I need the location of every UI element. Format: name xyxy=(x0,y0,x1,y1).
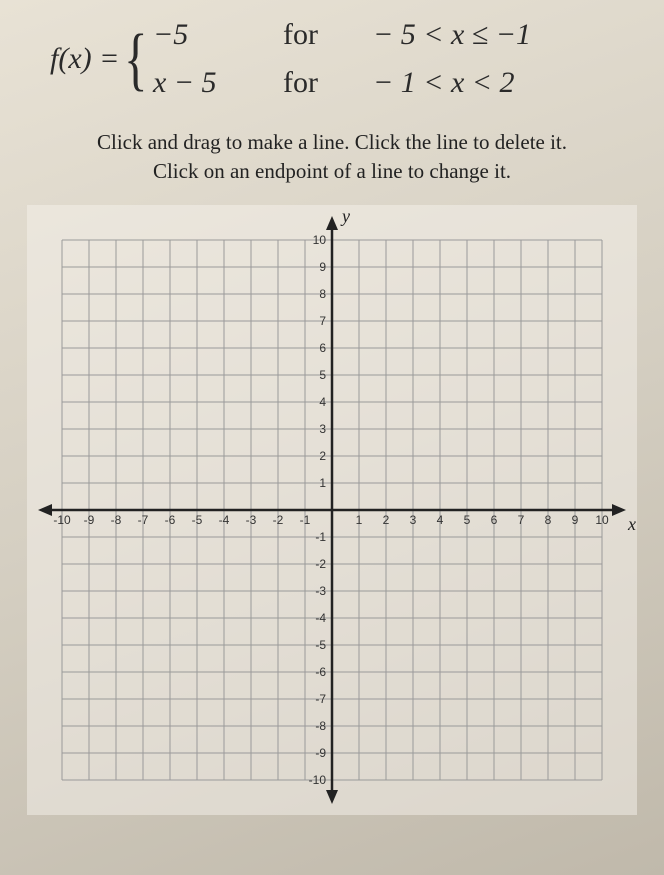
svg-text:10: 10 xyxy=(313,233,327,247)
svg-text:-7: -7 xyxy=(138,513,149,527)
svg-text:1: 1 xyxy=(319,476,326,490)
svg-text:-7: -7 xyxy=(315,692,326,706)
svg-text:6: 6 xyxy=(319,341,326,355)
svg-text:3: 3 xyxy=(319,422,326,436)
svg-text:-1: -1 xyxy=(300,513,311,527)
svg-text:-4: -4 xyxy=(315,611,326,625)
svg-text:5: 5 xyxy=(319,368,326,382)
svg-text:-1: -1 xyxy=(315,530,326,544)
svg-text:10: 10 xyxy=(595,513,609,527)
svg-text:-6: -6 xyxy=(165,513,176,527)
svg-text:-8: -8 xyxy=(111,513,122,527)
svg-text:2: 2 xyxy=(383,513,390,527)
svg-text:1: 1 xyxy=(356,513,363,527)
svg-text:7: 7 xyxy=(518,513,525,527)
svg-text:-10: -10 xyxy=(309,773,327,787)
svg-text:-3: -3 xyxy=(246,513,257,527)
piece-expr: x − 5 xyxy=(153,66,243,100)
instructions: Click and drag to make a line. Click the… xyxy=(20,118,644,205)
equation-lhs: f(x) = xyxy=(50,42,119,76)
svg-text:4: 4 xyxy=(319,395,326,409)
svg-text:-3: -3 xyxy=(315,584,326,598)
svg-text:-2: -2 xyxy=(315,557,326,571)
coordinate-grid[interactable]: -10 -9 -8 -7 -6 -5 -4 -3 -2 -1 1 2 3 4 5 6 7 8 9 10 -10 -9 -8 -… xyxy=(27,205,637,815)
svg-text:3: 3 xyxy=(410,513,417,527)
svg-text:8: 8 xyxy=(545,513,552,527)
instructions-line: Click and drag to make a line. Click the… xyxy=(40,128,624,157)
svg-text:-9: -9 xyxy=(315,746,326,760)
equation-pieces: −5 for − 5 < x ≤ −1 x − 5 for − 1 < x < … xyxy=(153,18,573,100)
svg-text:y: y xyxy=(340,206,350,226)
piece-domain: − 1 < x < 2 xyxy=(373,66,573,100)
svg-text:2: 2 xyxy=(319,449,326,463)
svg-text:-8: -8 xyxy=(315,719,326,733)
svg-text:-5: -5 xyxy=(192,513,203,527)
svg-text:-9: -9 xyxy=(84,513,95,527)
svg-text:9: 9 xyxy=(319,260,326,274)
instructions-line: Click on an endpoint of a line to change… xyxy=(40,157,624,186)
piecewise-equation: f(x) = { −5 for − 5 < x ≤ −1 x − 5 for −… xyxy=(20,10,644,118)
piece-domain: − 5 < x ≤ −1 xyxy=(373,18,573,52)
svg-text:5: 5 xyxy=(464,513,471,527)
svg-text:4: 4 xyxy=(437,513,444,527)
piece-row: −5 for − 5 < x ≤ −1 xyxy=(153,18,573,52)
svg-text:-5: -5 xyxy=(315,638,326,652)
graph-container: -10 -9 -8 -7 -6 -5 -4 -3 -2 -1 1 2 3 4 5 6 7 8 9 10 -10 -9 -8 -… xyxy=(20,205,644,815)
piece-for: for xyxy=(283,66,333,100)
svg-text:x: x xyxy=(627,514,636,534)
piece-for: for xyxy=(283,18,333,52)
piece-expr: −5 xyxy=(153,18,243,52)
svg-text:7: 7 xyxy=(319,314,326,328)
svg-text:-10: -10 xyxy=(53,513,71,527)
piece-row: x − 5 for − 1 < x < 2 xyxy=(153,66,573,100)
svg-text:6: 6 xyxy=(491,513,498,527)
svg-text:-2: -2 xyxy=(273,513,284,527)
svg-text:-6: -6 xyxy=(315,665,326,679)
svg-text:-4: -4 xyxy=(219,513,230,527)
svg-text:8: 8 xyxy=(319,287,326,301)
svg-text:9: 9 xyxy=(572,513,579,527)
left-brace: { xyxy=(124,28,148,91)
